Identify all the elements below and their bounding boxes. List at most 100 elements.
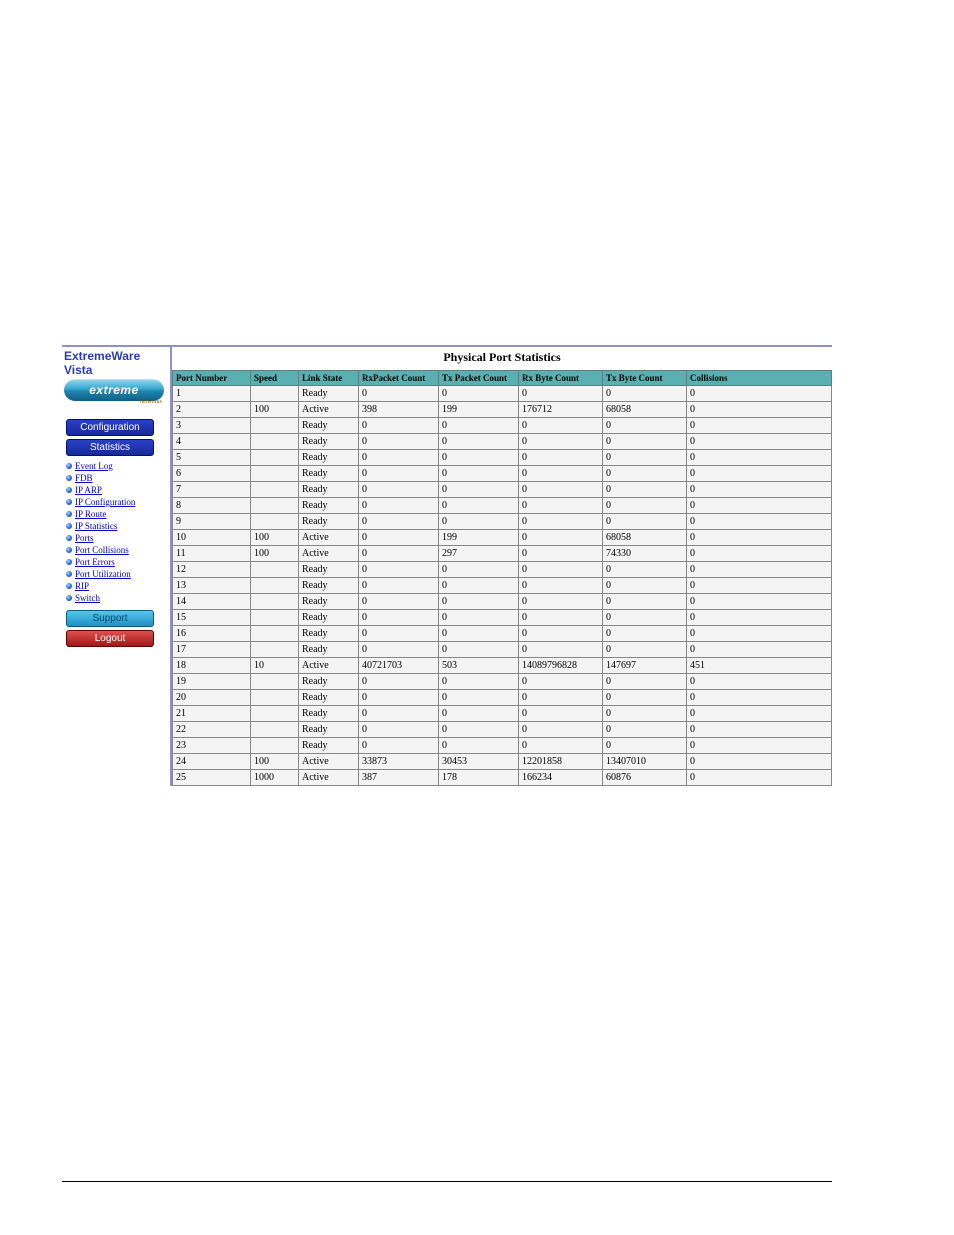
cell-rxb: 0 — [519, 738, 603, 754]
cell-txb: 0 — [603, 738, 687, 754]
cell-txp: 0 — [439, 578, 519, 594]
cell-txb: 0 — [603, 498, 687, 514]
nav-link[interactable]: IP Statistics — [75, 520, 117, 532]
nav-item-ip-route[interactable]: IP Route — [66, 508, 170, 520]
cell-speed — [251, 722, 299, 738]
cell-rxp: 0 — [359, 706, 439, 722]
cell-coll: 0 — [687, 674, 832, 690]
nav-item-event-log[interactable]: Event Log — [66, 460, 170, 472]
nav-link[interactable]: Switch — [75, 592, 100, 604]
cell-coll: 0 — [687, 722, 832, 738]
cell-link: Ready — [299, 386, 359, 402]
nav-item-rip[interactable]: RIP — [66, 580, 170, 592]
cell-speed — [251, 562, 299, 578]
cell-coll: 0 — [687, 546, 832, 562]
cell-link: Ready — [299, 626, 359, 642]
nav-item-port-util[interactable]: Port Utilization — [66, 568, 170, 580]
cell-txb: 0 — [603, 642, 687, 658]
nav-item-ports[interactable]: Ports — [66, 532, 170, 544]
sidebar: ExtremeWare Vista extreme networks Confi… — [62, 347, 170, 647]
nav-link[interactable]: RIP — [75, 580, 89, 592]
main-content: Physical Port Statistics Port Number Spe… — [170, 347, 832, 786]
cell-speed — [251, 690, 299, 706]
cell-speed — [251, 450, 299, 466]
bullet-icon — [66, 571, 72, 577]
cell-coll: 0 — [687, 482, 832, 498]
nav-link[interactable]: Port Collisions — [75, 544, 129, 556]
cell-link: Active — [299, 754, 359, 770]
cell-link: Active — [299, 546, 359, 562]
cell-coll: 0 — [687, 578, 832, 594]
bullet-icon — [66, 487, 72, 493]
cell-coll: 0 — [687, 610, 832, 626]
table-row: 21Ready00000 — [173, 706, 832, 722]
cell-port: 5 — [173, 450, 251, 466]
nav-item-port-collisions[interactable]: Port Collisions — [66, 544, 170, 556]
cell-txp: 0 — [439, 466, 519, 482]
statistics-button[interactable]: Statistics — [66, 439, 154, 456]
cell-txb: 0 — [603, 674, 687, 690]
cell-txp: 0 — [439, 738, 519, 754]
cell-txp: 30453 — [439, 754, 519, 770]
cell-txb: 0 — [603, 722, 687, 738]
nav-link[interactable]: Port Errors — [75, 556, 115, 568]
cell-link: Ready — [299, 434, 359, 450]
nav-item-port-errors[interactable]: Port Errors — [66, 556, 170, 568]
nav-item-ip-config[interactable]: IP Configuration — [66, 496, 170, 508]
nav-link[interactable]: Port Utilization — [75, 568, 131, 580]
cell-coll: 0 — [687, 562, 832, 578]
nav-item-ip-arp[interactable]: IP ARP — [66, 484, 170, 496]
nav-link[interactable]: Event Log — [75, 460, 113, 472]
brand-title: ExtremeWare Vista — [62, 347, 170, 379]
table-row: 20Ready00000 — [173, 690, 832, 706]
cell-txb: 68058 — [603, 402, 687, 418]
cell-txb: 0 — [603, 434, 687, 450]
cell-link: Ready — [299, 690, 359, 706]
cell-port: 16 — [173, 626, 251, 642]
nav-item-ip-stats[interactable]: IP Statistics — [66, 520, 170, 532]
th-speed: Speed — [251, 371, 299, 386]
cell-speed — [251, 386, 299, 402]
nav-link[interactable]: IP ARP — [75, 484, 102, 496]
cell-coll: 0 — [687, 418, 832, 434]
table-row: 19Ready00000 — [173, 674, 832, 690]
nav-link[interactable]: IP Route — [75, 508, 106, 520]
bullet-icon — [66, 463, 72, 469]
table-row: 1Ready00000 — [173, 386, 832, 402]
nav-link[interactable]: IP Configuration — [75, 496, 135, 508]
logout-button[interactable]: Logout — [66, 630, 154, 647]
cell-rxp: 0 — [359, 562, 439, 578]
cell-coll: 0 — [687, 498, 832, 514]
bullet-icon — [66, 511, 72, 517]
cell-rxp: 0 — [359, 722, 439, 738]
cell-link: Ready — [299, 578, 359, 594]
cell-rxp: 0 — [359, 594, 439, 610]
cell-speed — [251, 706, 299, 722]
cell-coll: 451 — [687, 658, 832, 674]
support-button[interactable]: Support — [66, 610, 154, 627]
table-row: 13Ready00000 — [173, 578, 832, 594]
app-frame: ExtremeWare Vista extreme networks Confi… — [62, 345, 832, 786]
cell-link: Ready — [299, 498, 359, 514]
nav-link[interactable]: Ports — [75, 532, 94, 544]
cell-port: 17 — [173, 642, 251, 658]
nav-item-fdb[interactable]: FDB — [66, 472, 170, 484]
cell-speed — [251, 498, 299, 514]
nav-link[interactable]: FDB — [75, 472, 93, 484]
table-row: 2100Active398199176712680580 — [173, 402, 832, 418]
cell-coll: 0 — [687, 754, 832, 770]
cell-rxp: 0 — [359, 498, 439, 514]
cell-txp: 0 — [439, 706, 519, 722]
cell-port: 9 — [173, 514, 251, 530]
table-row: 10100Active01990680580 — [173, 530, 832, 546]
cell-rxp: 0 — [359, 626, 439, 642]
table-row: 14Ready00000 — [173, 594, 832, 610]
brand-logo: extreme — [64, 379, 164, 401]
cell-txp: 0 — [439, 514, 519, 530]
cell-speed: 100 — [251, 530, 299, 546]
cell-speed: 100 — [251, 402, 299, 418]
nav-item-switch[interactable]: Switch — [66, 592, 170, 604]
configuration-button[interactable]: Configuration — [66, 419, 154, 436]
cell-txb: 0 — [603, 610, 687, 626]
cell-txp: 0 — [439, 434, 519, 450]
